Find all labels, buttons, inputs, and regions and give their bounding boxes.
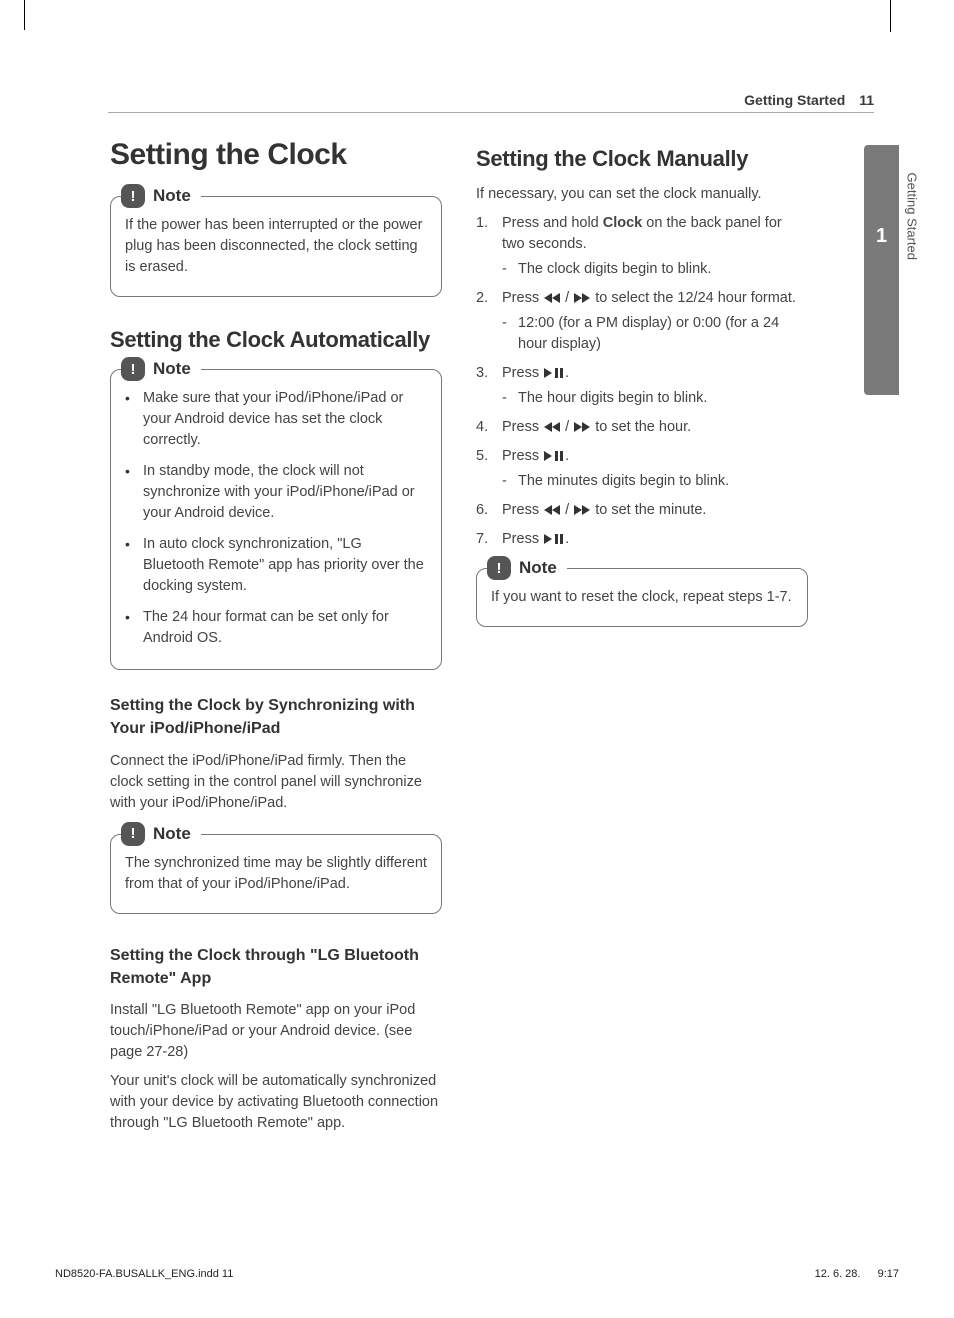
note-text: If you want to reset the clock, repeat s… [491,587,793,608]
left-column: Setting the Clock ! Note If the power ha… [110,138,442,1142]
note-label: Note [153,186,191,206]
note-bullet: In standby mode, the clock will not sync… [125,461,427,524]
header-rule [108,112,874,113]
manual-steps: Press and hold Clock on the back panel f… [476,213,808,550]
paragraph: If necessary, you can set the clock manu… [476,184,808,205]
page: Getting Started 11 1 Getting Started Set… [0,0,954,1318]
skip-back-icon [543,502,561,518]
info-icon: ! [121,357,145,381]
skip-forward-icon [573,290,591,306]
info-icon: ! [487,556,511,580]
paragraph: Connect the iPod/iPhone/iPad firmly. The… [110,751,442,814]
note-box-sync: ! Note The synchronized time may be slig… [110,834,442,914]
note-box-reset: ! Note If you want to reset the clock, r… [476,568,808,627]
note-label: Note [153,359,191,379]
note-text: The synchronized time may be slightly di… [125,853,427,895]
paragraph: Install "LG Bluetooth Remote" app on you… [110,1000,442,1063]
play-pause-icon [543,531,565,547]
h2-manual: Setting the Clock Manually [476,146,808,172]
footer: ND8520-FA.BUSALLK_ENG.indd 11 12. 6. 28.… [55,1268,899,1280]
info-icon: ! [121,184,145,208]
footer-date: 12. 6. 28. 9:17 [815,1268,899,1280]
h3-sync-ipod: Setting the Clock by Synchronizing with … [110,694,442,740]
step-1: Press and hold Clock on the back panel f… [476,213,808,280]
play-pause-icon [543,365,565,381]
note-bullet: Make sure that your iPod/iPhone/iPad or … [125,388,427,451]
note-bullet: In auto clock synchronization, "LG Bluet… [125,534,427,597]
step-5: Press . The minutes digits begin to blin… [476,446,808,492]
right-column: Setting the Clock Manually If necessary,… [476,138,808,1142]
chapter-tab: 1 [864,145,899,395]
step-6: Press / to set the minute. [476,500,808,521]
step-sub: 12:00 (for a PM display) or 0:00 (for a … [502,313,808,355]
skip-forward-icon [573,419,591,435]
chapter-number: 1 [864,145,899,248]
step-3: Press . The hour digits begin to blink. [476,363,808,409]
footer-file: ND8520-FA.BUSALLK_ENG.indd 11 [55,1268,233,1280]
step-7: Press . [476,529,808,550]
info-icon: ! [121,822,145,846]
skip-back-icon [543,419,561,435]
step-2: Press / to select the 12/24 hour format.… [476,288,808,355]
page-number: 11 [859,92,874,108]
note-box-power: ! Note If the power has been interrupted… [110,196,442,297]
paragraph: Your unit's clock will be automatically … [110,1071,442,1134]
skip-back-icon [543,290,561,306]
section-name: Getting Started [744,92,845,108]
chapter-tab-label: Getting Started [904,173,919,260]
running-header: Getting Started 11 [744,92,874,108]
play-pause-icon [543,448,565,464]
note-label: Note [519,558,557,578]
step-sub: The hour digits begin to blink. [502,388,808,409]
h1-setting-clock: Setting the Clock [110,138,442,172]
note-text: If the power has been interrupted or the… [125,215,427,278]
note-label: Note [153,824,191,844]
note-bullet: The 24 hour format can be set only for A… [125,607,427,649]
skip-forward-icon [573,502,591,518]
step-sub: The clock digits begin to blink. [502,259,808,280]
step-4: Press / to set the hour. [476,417,808,438]
h3-bt-app: Setting the Clock through "LG Bluetooth … [110,944,442,990]
step-sub: The minutes digits begin to blink. [502,471,808,492]
h2-auto: Setting the Clock Automatically [110,327,442,353]
note-box-auto: ! Note Make sure that your iPod/iPhone/i… [110,369,442,670]
